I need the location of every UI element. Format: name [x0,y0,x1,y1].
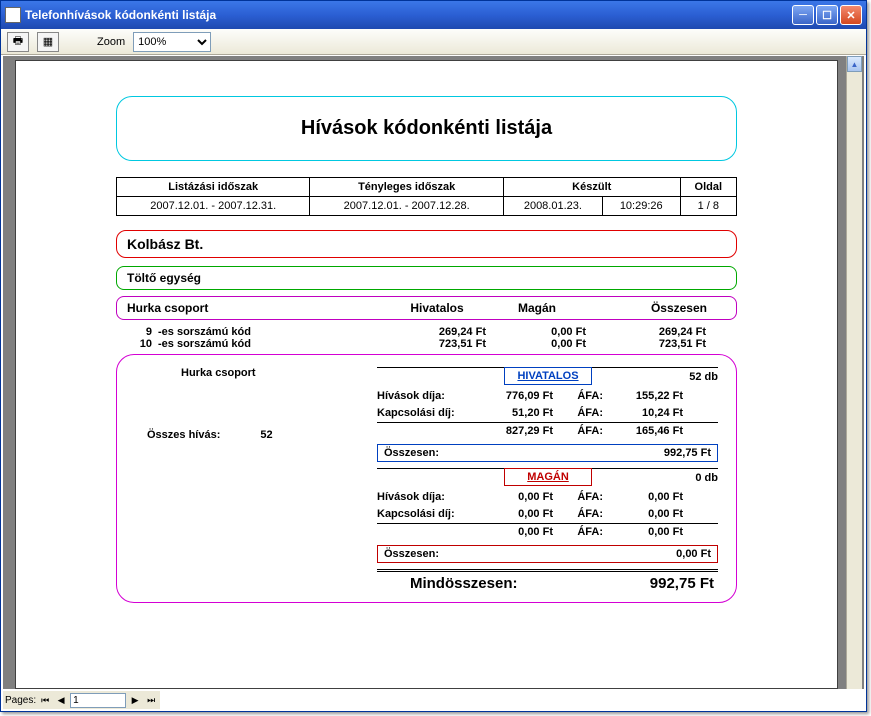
private-count: 0 db [608,472,718,484]
scroll-up-arrow-icon[interactable]: ▲ [847,56,862,72]
page-input[interactable] [70,693,126,708]
val-created-date: 2008.01.23. [503,197,602,216]
section-total-official: Összesen: 992,75 Ft [377,444,718,462]
table-row: 10 -es sorszámú kód 723,51 Ft 0,00 Ft 72… [126,338,727,350]
report-title-box: Hívások kódonkénti listája [116,96,737,161]
section-head-official: HIVATALOS 52 db [377,367,718,385]
company-box: Kolbász Bt. [116,230,737,258]
grand-total-row: Mindösszesen: 992,75 Ft [377,569,718,592]
titlebar: Telefonhívások kódonkénti listája ─ ☐ ✕ [1,1,866,29]
close-button[interactable]: ✕ [840,5,862,25]
hdr-official: Hivatalos [387,301,487,315]
unit-name: Töltő egység [127,271,201,285]
info-table: Listázási időszak Tényleges időszak Kész… [116,177,737,216]
report-page: Hívások kódonkénti listája Listázási idő… [15,60,838,689]
row-private: 0,00 Ft [486,338,586,350]
row-num: 10 [126,338,158,350]
row-official: 723,51 Ft [386,338,486,350]
summary-group-name: Hurka csoport [181,367,365,379]
data-rows: 9 -es sorszámú kód 269,24 Ft 0,00 Ft 269… [116,326,737,354]
print-preview-window: Telefonhívások kódonkénti listája ─ ☐ ✕ … [0,0,867,712]
fee-row: Hívások díja: 0,00 Ft ÁFA: 0,00 Ft [377,489,718,506]
total-calls-count: 52 [260,429,272,441]
hdr-total: Összesen [587,301,707,315]
section-total-private: Összesen: 0,00 Ft [377,545,718,563]
row-official: 269,24 Ft [386,326,486,338]
group-header: Hurka csoport Hivatalos Magán Összesen [116,296,737,320]
row-total: 269,24 Ft [586,326,706,338]
preview-area: ▲ Hívások kódonkénti listája Listázási i… [3,56,864,689]
prev-page-button[interactable]: ◀ [54,693,68,707]
summary-left: Hurka csoport Összes hívás: 52 [135,367,365,592]
window-title: Telefonhívások kódonkénti listája [25,8,792,22]
report-title: Hívások kódonkénti listája [301,117,552,139]
next-page-button[interactable]: ▶ [128,693,142,707]
export-button[interactable]: ▦ [37,32,59,52]
export-icon: ▦ [43,35,53,48]
badge-private: MAGÁN [504,468,592,486]
toolbar: 🖶 ▦ Zoom 100% [1,29,866,55]
subtotal-row: 0,00 Ft ÁFA: 0,00 Ft [377,523,718,541]
val-created-time: 10:29:26 [602,197,680,216]
total-calls-label: Összes hívás: [147,429,220,441]
zoom-select[interactable]: 100% [133,32,211,52]
section-head-private: MAGÁN 0 db [377,468,718,486]
printer-icon: 🖶 [13,32,23,51]
official-count: 52 db [608,371,718,383]
badge-official: HIVATALOS [504,367,592,385]
maximize-button[interactable]: ☐ [816,5,838,25]
vertical-scrollbar[interactable]: ▲ [846,56,862,689]
row-label: -es sorszámú kód [158,338,386,350]
subtotal-row: 827,29 Ft ÁFA: 165,46 Ft [377,422,718,440]
company-name: Kolbász Bt. [127,236,203,252]
group-name-hdr: Hurka csoport [127,301,387,315]
fee-row: Kapcsolási díj: 0,00 Ft ÁFA: 0,00 Ft [377,506,718,523]
row-label: -es sorszámú kód [158,326,386,338]
val-page: 1 / 8 [680,197,736,216]
val-list-period: 2007.12.01. - 2007.12.31. [117,197,310,216]
unit-box: Töltő egység [116,266,737,290]
row-num: 9 [126,326,158,338]
grand-value: 992,75 Ft [546,575,715,592]
row-total: 723,51 Ft [586,338,706,350]
minimize-button[interactable]: ─ [792,5,814,25]
last-page-button[interactable]: ⏭ [144,693,158,707]
app-icon [5,7,21,23]
summary-right: HIVATALOS 52 db Hívások díja: 776,09 Ft … [377,367,718,592]
pager: Pages: ⏮ ◀ ▶ ⏭ [3,691,160,709]
pager-label: Pages: [5,695,36,706]
first-page-button[interactable]: ⏮ [38,693,52,707]
table-row: 9 -es sorszámú kód 269,24 Ft 0,00 Ft 269… [126,326,727,338]
hdr-page: Oldal [680,178,736,197]
zoom-label: Zoom [97,36,125,48]
print-button[interactable]: 🖶 [7,32,29,52]
hdr-created: Készült [503,178,680,197]
hdr-private: Magán [487,301,587,315]
fee-row: Kapcsolási díj: 51,20 Ft ÁFA: 10,24 Ft [377,405,718,422]
grand-label: Mindösszesen: [377,575,546,592]
val-actual-period: 2007.12.01. - 2007.12.28. [310,197,503,216]
row-private: 0,00 Ft [486,326,586,338]
summary-box: Hurka csoport Összes hívás: 52 HIVATALOS [116,354,737,603]
hdr-actual-period: Tényleges időszak [310,178,503,197]
hdr-list-period: Listázási időszak [117,178,310,197]
fee-row: Hívások díja: 776,09 Ft ÁFA: 155,22 Ft [377,388,718,405]
